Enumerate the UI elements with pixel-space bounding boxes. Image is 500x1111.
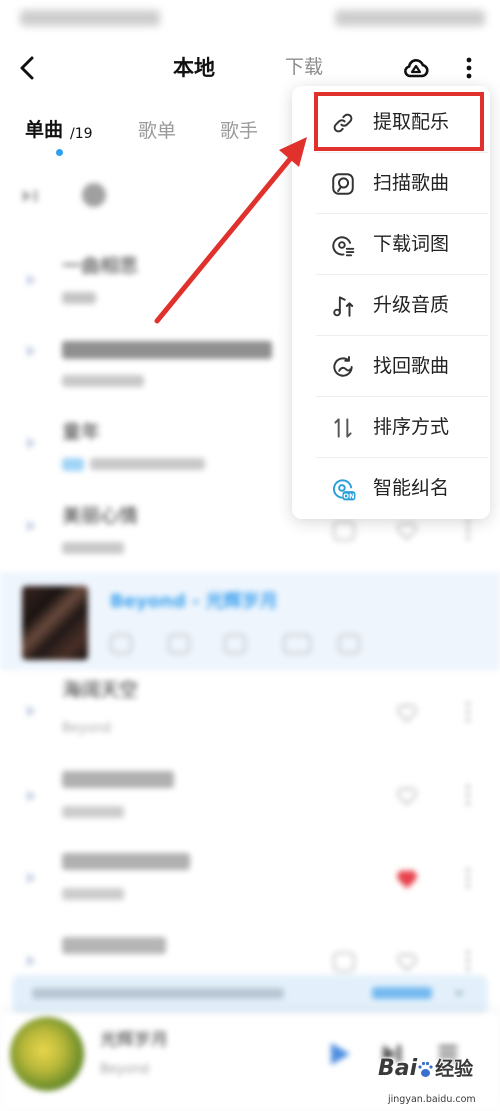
mv-icon[interactable] bbox=[333, 521, 355, 541]
play-icon[interactable] bbox=[327, 1040, 353, 1068]
row-play-icon[interactable] bbox=[27, 790, 36, 802]
quality-badge bbox=[62, 458, 84, 471]
info-action-icon[interactable] bbox=[338, 634, 360, 654]
recover-song-icon bbox=[333, 355, 353, 377]
song-title[interactable]: 一曲相思 bbox=[62, 257, 138, 276]
more-vertical-icon[interactable] bbox=[462, 55, 476, 81]
row-play-icon[interactable] bbox=[27, 520, 36, 532]
song-title-blur[interactable] bbox=[62, 771, 174, 788]
more-vertical-icon[interactable] bbox=[463, 783, 473, 807]
song-title[interactable]: 童年 bbox=[62, 423, 100, 442]
tab-download[interactable]: 下载 bbox=[285, 58, 323, 77]
menu-item-smart-rename[interactable]: ON 智能纠名 bbox=[292, 458, 490, 519]
menu-item-label: 扫描歌曲 bbox=[373, 172, 450, 194]
share-action-icon[interactable] bbox=[224, 634, 246, 654]
watermark-brand: Bai bbox=[378, 1056, 418, 1081]
menu-item-label: 智能纠名 bbox=[373, 477, 450, 499]
song-subtitle-blur bbox=[62, 542, 124, 554]
menu-item-label: 升级音质 bbox=[373, 294, 450, 316]
mv-icon[interactable] bbox=[333, 952, 355, 972]
song-subtitle-blur bbox=[62, 888, 124, 900]
song-title-blur[interactable] bbox=[62, 937, 166, 954]
song-subtitle-blur bbox=[90, 458, 205, 470]
now-playing-artist: Beyond bbox=[100, 1062, 150, 1077]
song-title[interactable]: 美丽心情 bbox=[62, 507, 138, 526]
quality-upgrade-icon bbox=[333, 295, 354, 317]
more-vertical-icon[interactable] bbox=[463, 700, 473, 724]
play-all-icon[interactable] bbox=[20, 186, 44, 206]
banner-action-blur[interactable] bbox=[372, 987, 432, 999]
song-subtitle-blur bbox=[62, 292, 96, 304]
album-art[interactable] bbox=[22, 586, 88, 660]
settings-circle-icon[interactable] bbox=[82, 183, 106, 207]
row-play-icon[interactable] bbox=[27, 345, 36, 357]
chevron-left-icon[interactable] bbox=[17, 55, 39, 81]
notice-banner[interactable] bbox=[12, 975, 488, 1013]
row-play-icon[interactable] bbox=[27, 437, 36, 449]
heart-icon[interactable] bbox=[396, 521, 418, 541]
row-play-icon[interactable] bbox=[27, 872, 36, 884]
banner-text-blur bbox=[32, 988, 284, 999]
menu-item-label: 下载词图 bbox=[373, 233, 450, 255]
tab-playlists[interactable]: 歌单 bbox=[138, 122, 176, 141]
menu-item-recover-songs[interactable]: 找回歌曲 bbox=[292, 336, 490, 397]
song-artist: Beyond bbox=[62, 721, 112, 736]
now-playing-cover[interactable] bbox=[10, 1017, 84, 1091]
song-title[interactable]: 海阔天空 bbox=[62, 681, 138, 700]
row-play-icon[interactable] bbox=[27, 955, 36, 967]
more-vertical-icon[interactable] bbox=[463, 866, 473, 890]
sort-icon bbox=[334, 417, 352, 438]
watermark-url: jingyan.baidu.com bbox=[388, 1094, 476, 1105]
now-playing-title[interactable]: 光辉岁月 bbox=[100, 1032, 168, 1049]
heart-icon[interactable] bbox=[396, 703, 418, 723]
menu-item-download-lyrics-art[interactable]: 下载词图 bbox=[292, 214, 490, 275]
row-play-icon[interactable] bbox=[27, 705, 36, 717]
on-badge-text: ON bbox=[343, 492, 354, 500]
chevron-down-icon[interactable] bbox=[452, 986, 466, 1000]
download-action-icon[interactable] bbox=[168, 634, 190, 654]
more-vertical-icon[interactable] bbox=[463, 949, 473, 973]
menu-item-upgrade-quality[interactable]: 升级音质 bbox=[292, 275, 490, 336]
baidu-jingyan-watermark: Bai 经验 bbox=[378, 1058, 473, 1080]
menu-item-sort[interactable]: 排序方式 bbox=[292, 397, 490, 458]
paw-logo-icon bbox=[417, 1060, 434, 1078]
heart-icon[interactable] bbox=[396, 952, 418, 972]
watermark-brand-cn: 经验 bbox=[435, 1057, 474, 1080]
more-vertical-icon[interactable] bbox=[463, 518, 473, 542]
tab-songs-count: /19 bbox=[70, 126, 93, 142]
song-subtitle-blur bbox=[62, 375, 144, 387]
smart-rename-icon: ON bbox=[333, 478, 356, 500]
scan-icon bbox=[332, 172, 354, 195]
highlight-box bbox=[314, 92, 484, 151]
song-title-blur[interactable] bbox=[62, 341, 272, 359]
playing-song-title[interactable]: Beyond - 光辉岁月 bbox=[110, 593, 278, 611]
active-tab-indicator bbox=[56, 149, 63, 156]
lyrics-download-icon bbox=[332, 235, 355, 256]
menu-item-label: 排序方式 bbox=[373, 416, 450, 438]
cloud-upload-icon[interactable] bbox=[402, 55, 430, 81]
row-play-icon[interactable] bbox=[27, 274, 36, 286]
liked-heart-icon[interactable] bbox=[396, 869, 418, 889]
tab-songs[interactable]: 单曲 bbox=[25, 121, 63, 140]
menu-item-label: 找回歌曲 bbox=[373, 355, 450, 377]
tab-artists[interactable]: 歌手 bbox=[220, 122, 258, 141]
heart-icon[interactable] bbox=[396, 786, 418, 806]
song-subtitle-blur bbox=[62, 806, 124, 818]
like-action-icon[interactable] bbox=[110, 634, 132, 654]
page-title: 本地 bbox=[173, 56, 215, 80]
song-title-blur[interactable] bbox=[62, 853, 190, 870]
mv-action-icon[interactable] bbox=[283, 634, 311, 654]
menu-item-scan-songs[interactable]: 扫描歌曲 bbox=[292, 153, 490, 214]
